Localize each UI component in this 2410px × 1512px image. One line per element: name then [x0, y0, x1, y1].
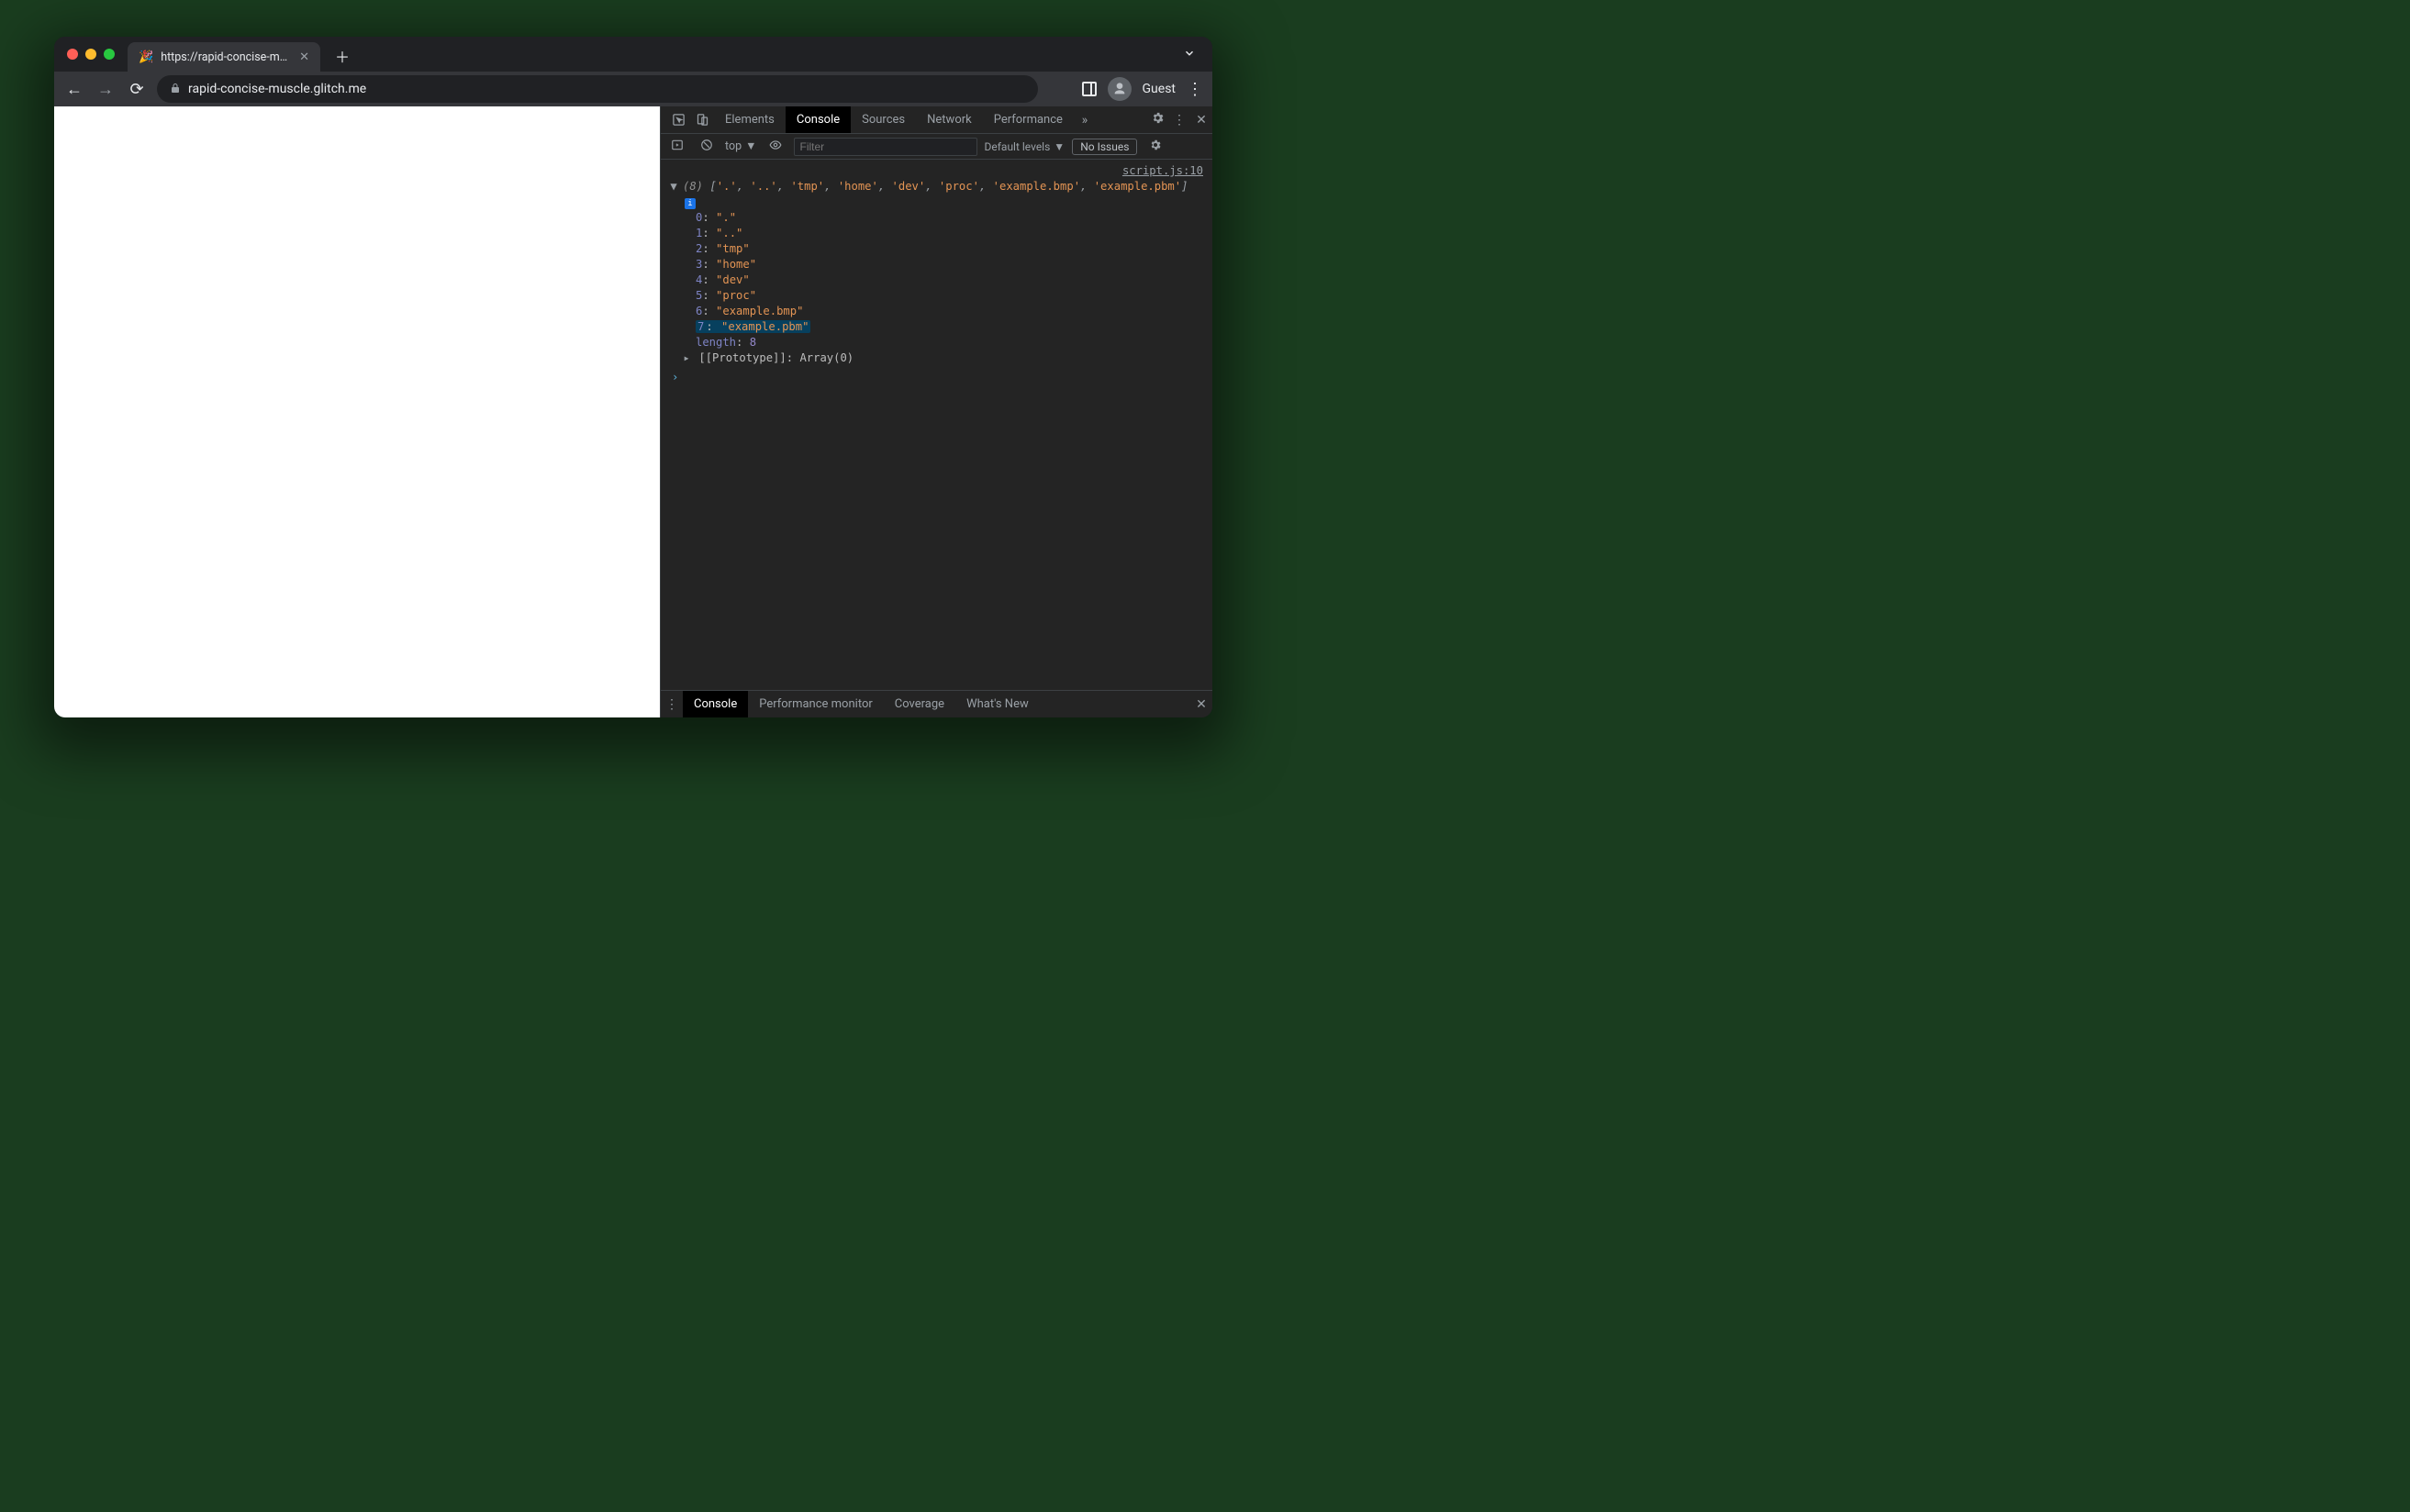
devtools-close-icon[interactable]: ✕	[1190, 113, 1212, 128]
tab-close-icon[interactable]: ✕	[299, 50, 309, 64]
console-output[interactable]: script.js:10 ▼ (8) ['.', '..', 'tmp', 'h…	[661, 160, 1212, 690]
devtools-panel: Elements Console Sources Network Perform…	[660, 106, 1212, 717]
array-length-row: length: 8	[696, 335, 1212, 350]
forward-button[interactable]: →	[95, 80, 117, 99]
console-filter-input[interactable]	[794, 138, 977, 156]
devtools-menu-icon[interactable]: ⋮	[1168, 113, 1190, 128]
content-area: Elements Console Sources Network Perform…	[54, 106, 1212, 717]
console-toolbar: top ▼ Default levels ▼ No Issues	[661, 134, 1212, 160]
profile-avatar-icon[interactable]	[1108, 77, 1132, 101]
info-badge-icon[interactable]: i	[685, 198, 696, 209]
new-tab-button[interactable]: ＋	[329, 43, 355, 69]
tab-console[interactable]: Console	[786, 106, 851, 133]
tab-network[interactable]: Network	[916, 106, 983, 133]
tab-favicon-icon: 🎉	[139, 50, 153, 64]
close-window-button[interactable]	[67, 49, 78, 60]
browser-toolbar: ← → ⟳ rapid-concise-muscle.glitch.me Gue…	[54, 72, 1212, 106]
array-entry: 0: "."	[696, 210, 1212, 226]
devtools-drawer: ⋮ Console Performance monitor Coverage W…	[661, 690, 1212, 717]
execution-context-selector[interactable]: top ▼	[725, 139, 757, 153]
drawer-tab-whats-new[interactable]: What's New	[955, 691, 1040, 717]
browser-tab[interactable]: 🎉 https://rapid-concise-muscle.g ✕	[128, 42, 320, 72]
issues-button[interactable]: No Issues	[1072, 139, 1137, 155]
url-text: rapid-concise-muscle.glitch.me	[188, 82, 366, 96]
reload-button[interactable]: ⟳	[126, 80, 148, 99]
chevron-down-icon: ▼	[1054, 140, 1065, 153]
address-bar[interactable]: rapid-concise-muscle.glitch.me	[157, 75, 1038, 103]
array-summary: (8) ['.', '..', 'tmp', 'home', 'dev', 'p…	[683, 179, 1188, 195]
browser-menu-icon[interactable]: ⋮	[1187, 80, 1203, 99]
tab-strip: 🎉 https://rapid-concise-muscle.g ✕ ＋	[54, 37, 1212, 72]
clear-console-icon[interactable]	[696, 139, 718, 155]
tab-sources[interactable]: Sources	[851, 106, 916, 133]
tab-elements[interactable]: Elements	[714, 106, 786, 133]
more-tabs-icon[interactable]: »	[1074, 113, 1096, 128]
profile-label[interactable]: Guest	[1143, 82, 1176, 96]
drawer-tab-coverage[interactable]: Coverage	[884, 691, 955, 717]
levels-label: Default levels	[985, 140, 1051, 153]
console-settings-icon[interactable]	[1144, 139, 1166, 155]
side-panel-icon[interactable]	[1082, 82, 1097, 96]
expand-toggle-icon[interactable]: ▼	[668, 179, 679, 195]
prototype-row[interactable]: ▸ [[[Prototype]][Prototype]]: Array(0)	[696, 350, 1212, 366]
live-expression-icon[interactable]	[764, 139, 787, 155]
maximize-window-button[interactable]	[104, 49, 115, 60]
array-entries: 0: "."1: ".."2: "tmp"3: "home"4: "dev"5:…	[696, 210, 1212, 335]
chevron-down-icon: ▼	[745, 139, 756, 153]
device-toolbar-icon[interactable]	[690, 113, 714, 127]
tab-search-icon[interactable]	[1183, 46, 1196, 63]
drawer-tab-console[interactable]: Console	[683, 691, 748, 717]
array-entry: 7: "example.pbm"	[696, 319, 1212, 335]
source-link[interactable]: script.js:10	[668, 163, 1212, 179]
drawer-menu-icon[interactable]: ⋮	[661, 697, 683, 712]
console-prompt-icon[interactable]: ›	[672, 370, 1212, 385]
devtools-tab-bar: Elements Console Sources Network Perform…	[661, 106, 1212, 134]
array-entry: 3: "home"	[696, 257, 1212, 272]
array-entry: 5: "proc"	[696, 288, 1212, 304]
lock-icon	[170, 83, 181, 96]
log-levels-selector[interactable]: Default levels ▼	[985, 140, 1066, 153]
minimize-window-button[interactable]	[85, 49, 96, 60]
array-entry: 2: "tmp"	[696, 241, 1212, 257]
log-row[interactable]: ▼ (8) ['.', '..', 'tmp', 'home', 'dev', …	[668, 179, 1212, 195]
browser-window: 🎉 https://rapid-concise-muscle.g ✕ ＋ ← →…	[54, 37, 1212, 717]
context-label: top	[725, 139, 742, 153]
inspect-element-icon[interactable]	[666, 113, 690, 127]
rendered-page[interactable]	[54, 106, 660, 717]
array-entry: 4: "dev"	[696, 272, 1212, 288]
tab-performance[interactable]: Performance	[983, 106, 1074, 133]
array-entry: 6: "example.bmp"	[696, 304, 1212, 319]
toggle-sidebar-icon[interactable]	[666, 139, 688, 155]
back-button[interactable]: ←	[63, 80, 85, 99]
window-controls	[67, 49, 115, 60]
tab-title: https://rapid-concise-muscle.g	[161, 50, 292, 64]
array-entry: 1: ".."	[696, 226, 1212, 241]
drawer-tab-perf-monitor[interactable]: Performance monitor	[748, 691, 884, 717]
devtools-settings-icon[interactable]	[1146, 111, 1168, 128]
drawer-close-icon[interactable]: ✕	[1190, 697, 1212, 712]
